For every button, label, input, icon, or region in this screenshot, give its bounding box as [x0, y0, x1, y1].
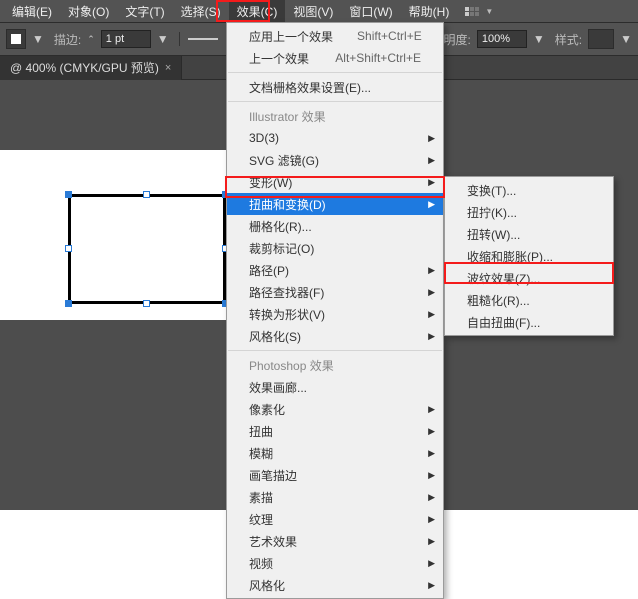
selection-handle[interactable] [65, 300, 72, 307]
submenu-free-distort[interactable]: 自由扭曲(F)... [445, 311, 613, 333]
style-swatch[interactable] [588, 29, 614, 49]
opacity-label: 明度: [444, 31, 471, 48]
menu-header-illustrator: Illustrator 效果 [227, 105, 443, 127]
submenu-pucker[interactable]: 扭拧(K)... [445, 201, 613, 223]
menu-distort-transform[interactable]: 扭曲和变换(D)▶ [227, 193, 443, 215]
selection-handle[interactable] [65, 191, 72, 198]
opacity-value[interactable]: 100% [477, 30, 527, 48]
submenu-twist[interactable]: 扭转(W)... [445, 223, 613, 245]
stroke-label: 描边: [54, 31, 81, 48]
menu-sketch[interactable]: 素描▶ [227, 486, 443, 508]
selection-handle[interactable] [143, 191, 150, 198]
submenu-roughen[interactable]: 粗糙化(R)... [445, 289, 613, 311]
menu-edit[interactable]: 编辑(E) [4, 0, 60, 22]
menu-effect[interactable]: 效果(C) [229, 0, 286, 22]
stroke-value[interactable]: 1 pt [101, 30, 151, 48]
menu-effect-gallery[interactable]: 效果画廊... [227, 376, 443, 398]
selected-rectangle[interactable] [68, 194, 226, 304]
menu-stylize-ai[interactable]: 风格化(S)▶ [227, 325, 443, 347]
submenu-transform[interactable]: 变换(T)... [445, 179, 613, 201]
menubar: 编辑(E) 对象(O) 文字(T) 选择(S) 效果(C) 视图(V) 窗口(W… [0, 0, 638, 22]
menu-convert-to-shape[interactable]: 转换为形状(V)▶ [227, 303, 443, 325]
selection-handle[interactable] [143, 300, 150, 307]
menu-doc-raster-settings[interactable]: 文档栅格效果设置(E)... [227, 76, 443, 98]
menu-video[interactable]: 视频▶ [227, 552, 443, 574]
menu-warp[interactable]: 变形(W)▶ [227, 171, 443, 193]
chevron-down-icon[interactable]: ▼ [157, 32, 169, 46]
document-tab[interactable]: @ 400% (CMYK/GPU 预览) × [0, 56, 182, 80]
menu-prev-effect[interactable]: 上一个效果Alt+Shift+Ctrl+E [227, 47, 443, 69]
workspace-switcher-icon[interactable]: ▼ [465, 7, 493, 16]
menu-texture[interactable]: 纹理▶ [227, 508, 443, 530]
menu-rasterize[interactable]: 栅格化(R)... [227, 215, 443, 237]
menu-brush-strokes[interactable]: 画笔描边▶ [227, 464, 443, 486]
menu-pixelate[interactable]: 像素化▶ [227, 398, 443, 420]
menu-help[interactable]: 帮助(H) [401, 0, 458, 22]
stroke-stepper-down-icon[interactable]: ⌃ [87, 34, 95, 45]
menu-3d[interactable]: 3D(3)▶ [227, 127, 443, 149]
close-icon[interactable]: × [165, 62, 171, 74]
menu-stylize-ps[interactable]: 风格化▶ [227, 574, 443, 596]
fill-swatch[interactable] [6, 29, 26, 49]
submenu-pucker-bloat[interactable]: 收缩和膨胀(P)... [445, 245, 613, 267]
menu-svg-filters[interactable]: SVG 滤镜(G)▶ [227, 149, 443, 171]
menu-header-photoshop: Photoshop 效果 [227, 354, 443, 376]
style-label: 样式: [555, 31, 582, 48]
submenu-zigzag[interactable]: 波纹效果(Z)... [445, 267, 613, 289]
chevron-down-icon[interactable]: ▼ [533, 32, 545, 46]
menu-object[interactable]: 对象(O) [60, 0, 117, 22]
menu-text[interactable]: 文字(T) [117, 0, 172, 22]
menu-pathfinder[interactable]: 路径查找器(F)▶ [227, 281, 443, 303]
menu-view[interactable]: 视图(V) [285, 0, 341, 22]
menu-window[interactable]: 窗口(W) [341, 0, 400, 22]
distort-transform-submenu: 变换(T)... 扭拧(K)... 扭转(W)... 收缩和膨胀(P)... 波… [444, 176, 614, 336]
chevron-down-icon: ▼ [485, 7, 493, 16]
chevron-down-icon[interactable]: ▼ [32, 32, 44, 46]
menu-path[interactable]: 路径(P)▶ [227, 259, 443, 281]
menu-artistic[interactable]: 艺术效果▶ [227, 530, 443, 552]
menu-crop-marks[interactable]: 裁剪标记(O) [227, 237, 443, 259]
chevron-down-icon[interactable]: ▼ [620, 32, 632, 46]
menu-apply-last-effect[interactable]: 应用上一个效果Shift+Ctrl+E [227, 25, 443, 47]
effect-menu: 应用上一个效果Shift+Ctrl+E 上一个效果Alt+Shift+Ctrl+… [226, 22, 444, 599]
menu-blur[interactable]: 模糊▶ [227, 442, 443, 464]
tab-title: @ 400% (CMYK/GPU 预览) [10, 59, 159, 76]
menu-select[interactable]: 选择(S) [173, 0, 229, 22]
selection-handle[interactable] [65, 245, 72, 252]
menu-distort-ps[interactable]: 扭曲▶ [227, 420, 443, 442]
